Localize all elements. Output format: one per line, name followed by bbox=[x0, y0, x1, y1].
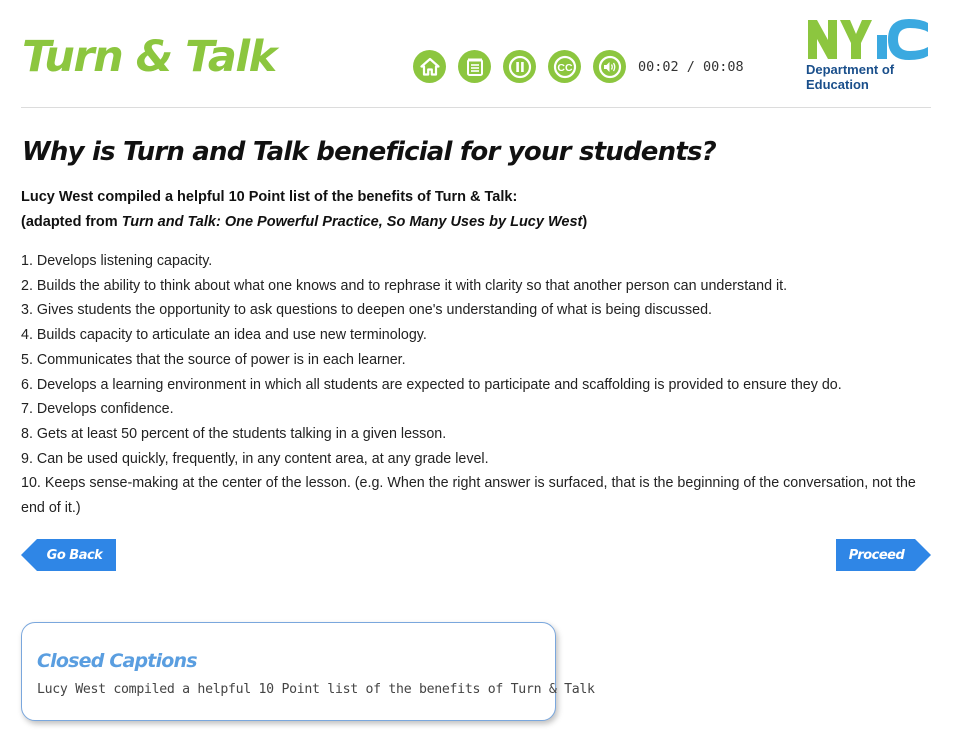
page-heading: Why is Turn and Talk beneficial for your… bbox=[22, 137, 717, 167]
cc-label: CC bbox=[557, 62, 573, 74]
benefit-item: 10. Keeps sense-making at the center of … bbox=[21, 475, 916, 517]
intro-text: Lucy West compiled a helpful 10 Point li… bbox=[21, 185, 587, 235]
pause-icon bbox=[508, 55, 531, 78]
closed-captions-panel: Closed Captions Lucy West compiled a hel… bbox=[21, 622, 595, 721]
menu-button[interactable] bbox=[458, 50, 491, 83]
proceed-button[interactable]: Proceed bbox=[836, 539, 931, 571]
benefit-item: 3. Gives students the opportunity to ask… bbox=[21, 302, 713, 319]
benefits-list: 1. Develops listening capacity. 2. Build… bbox=[21, 249, 926, 521]
closed-captions-icon: CC bbox=[553, 55, 576, 78]
benefit-item: 6. Develops a learning environment in wh… bbox=[21, 376, 842, 393]
home-icon bbox=[419, 57, 440, 76]
app-title: Turn & Talk bbox=[22, 32, 277, 82]
volume-button[interactable] bbox=[593, 50, 626, 83]
intro-line-1: Lucy West compiled a helpful 10 Point li… bbox=[21, 189, 518, 205]
intro-suffix: ) bbox=[582, 214, 588, 230]
benefit-item: 5. Communicates that the source of power… bbox=[21, 351, 406, 368]
closed-captions-text: Lucy West compiled a helpful 10 Point li… bbox=[37, 682, 595, 697]
playback-time: 00:02 / 00:08 bbox=[638, 58, 744, 75]
benefit-item: 9. Can be used quickly, frequently, in a… bbox=[21, 450, 489, 467]
nyc-doe-logo: Department of Education bbox=[806, 17, 930, 93]
benefit-item: 1. Develops listening capacity. bbox=[21, 253, 213, 269]
pause-button[interactable] bbox=[503, 50, 536, 83]
benefit-item: 8. Gets at least 50 percent of the stude… bbox=[21, 425, 447, 442]
player-controls: CC 00:02 / 00:08 bbox=[413, 50, 744, 83]
nyc-logo-mark bbox=[808, 19, 928, 60]
logo-text: Department of Education bbox=[806, 62, 895, 92]
closed-captions-title: Closed Captions bbox=[37, 650, 198, 672]
source-title: Turn and Talk: One Powerful Practice, So… bbox=[121, 214, 583, 230]
benefit-item: 7. Develops confidence. bbox=[21, 401, 174, 418]
volume-icon bbox=[598, 55, 621, 78]
logo-line-1: Department of bbox=[806, 62, 895, 77]
intro-line-2: (adapted from Turn and Talk: One Powerfu… bbox=[21, 210, 587, 235]
header-divider bbox=[21, 107, 931, 108]
logo-line-2: Education bbox=[806, 76, 869, 92]
go-back-label: Go Back bbox=[46, 547, 103, 563]
closed-captions-button[interactable]: CC bbox=[548, 50, 581, 83]
go-back-button[interactable]: Go Back bbox=[21, 539, 116, 571]
benefit-item: 4. Builds capacity to articulate an idea… bbox=[21, 327, 427, 344]
menu-icon bbox=[466, 58, 483, 76]
proceed-label: Proceed bbox=[848, 547, 905, 563]
intro-prefix: (adapted from bbox=[21, 214, 122, 230]
benefit-item: 2. Builds the ability to think about wha… bbox=[21, 277, 788, 294]
home-button[interactable] bbox=[413, 50, 446, 83]
